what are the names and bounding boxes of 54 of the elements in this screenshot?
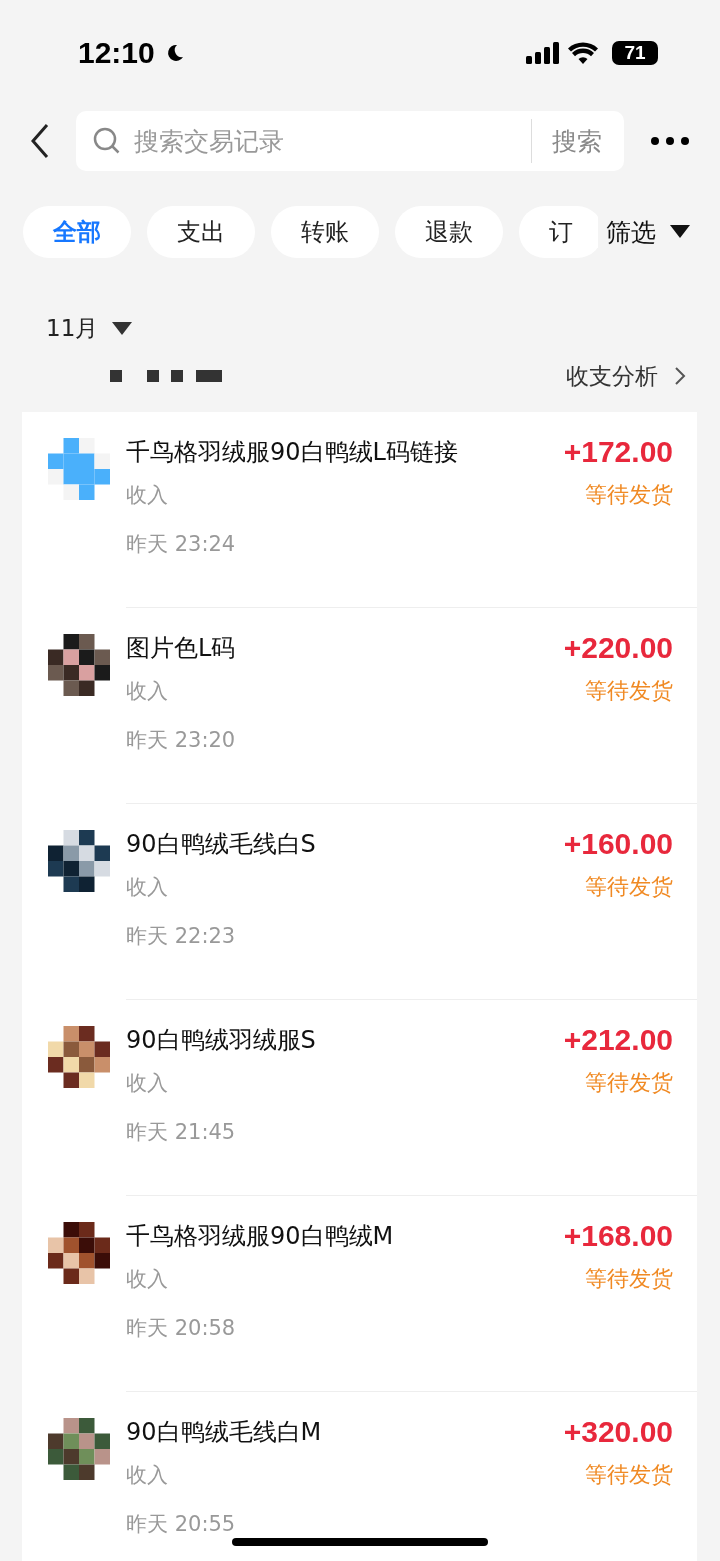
transaction-amount: +320.00 <box>563 1415 673 1449</box>
search-icon <box>92 126 122 156</box>
back-icon[interactable] <box>30 123 50 159</box>
order-status: 等待发货 <box>585 481 673 509</box>
chevron-right-icon <box>674 366 686 386</box>
transaction-title: 图片色L码 <box>126 633 236 664</box>
caret-icon <box>670 225 690 239</box>
order-status: 等待发货 <box>585 1265 673 1293</box>
more-icon[interactable] <box>650 136 690 146</box>
transaction-row[interactable]: 90白鸭绒毛线白S +160.00 收入 等待发货 昨天 22:23 <box>22 804 697 1000</box>
transaction-title: 90白鸭绒毛线白S <box>126 829 316 860</box>
transaction-row[interactable]: 千鸟格羽绒服90白鸭绒L码链接 +172.00 收入 等待发货 昨天 23:24 <box>22 412 697 608</box>
search-field[interactable]: 搜索交易记录 搜索 <box>76 111 624 171</box>
transaction-type: 收入 <box>126 1070 168 1097</box>
transaction-row[interactable]: 图片色L码 +220.00 收入 等待发货 昨天 23:20 <box>22 608 697 804</box>
battery-icon: 71 <box>612 41 658 65</box>
transaction-type: 收入 <box>126 874 168 901</box>
filter-chip[interactable]: 退款 <box>395 206 503 258</box>
order-status: 等待发货 <box>585 1461 673 1489</box>
wifi-icon <box>568 42 598 64</box>
order-status: 等待发货 <box>585 677 673 705</box>
transaction-type: 收入 <box>126 482 168 509</box>
filter-chip[interactable]: 订 <box>519 206 598 258</box>
transaction-title: 90白鸭绒毛线白M <box>126 1417 322 1448</box>
filter-chip[interactable]: 全部 <box>23 206 131 258</box>
transaction-time: 昨天 23:24 <box>126 531 237 558</box>
order-status: 等待发货 <box>585 1069 673 1097</box>
transaction-type: 收入 <box>126 678 168 705</box>
transaction-time: 昨天 21:45 <box>126 1119 237 1146</box>
caret-icon <box>112 321 133 335</box>
analysis-link[interactable]: 收支分析 <box>566 360 686 392</box>
filter-chip[interactable]: 支出 <box>147 206 255 258</box>
order-status: 等待发货 <box>585 873 673 901</box>
transaction-title: 90白鸭绒羽绒服S <box>126 1025 316 1056</box>
signal-icon <box>526 42 560 64</box>
month-selector[interactable]: 11月 <box>46 312 133 344</box>
transaction-time: 昨天 22:23 <box>126 923 237 950</box>
transaction-amount: +168.00 <box>563 1219 673 1253</box>
transaction-amount: +172.00 <box>563 435 673 469</box>
transaction-row[interactable]: 90白鸭绒羽绒服S +212.00 收入 等待发货 昨天 21:45 <box>22 1000 697 1196</box>
transaction-amount: +160.00 <box>563 827 673 861</box>
transaction-time: 昨天 23:20 <box>126 727 237 754</box>
transaction-type: 收入 <box>126 1266 168 1293</box>
transaction-row[interactable]: 千鸟格羽绒服90白鸭绒M +168.00 收入 等待发货 昨天 20:58 <box>22 1196 697 1392</box>
transaction-time: 昨天 20:55 <box>126 1511 237 1538</box>
search-button[interactable]: 搜索 <box>542 124 612 158</box>
transaction-type: 收入 <box>126 1462 168 1489</box>
transaction-title: 千鸟格羽绒服90白鸭绒M <box>126 1221 394 1252</box>
transaction-title: 千鸟格羽绒服90白鸭绒L码链接 <box>126 437 458 468</box>
filter-chip[interactable]: 转账 <box>271 206 379 258</box>
transaction-amount: +220.00 <box>563 631 673 665</box>
transaction-time: 昨天 20:58 <box>126 1315 237 1342</box>
transaction-amount: +212.00 <box>563 1023 673 1057</box>
status-time: 12:10 <box>78 36 155 70</box>
